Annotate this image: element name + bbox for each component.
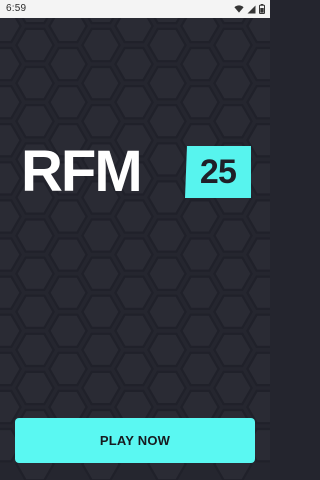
hexagon-tile: [48, 199, 88, 234]
hexagon-tile: [147, 65, 187, 101]
hexagon-tile: [114, 84, 154, 120]
hexagon-tile: [81, 27, 121, 63]
logo-letters: RFM: [21, 139, 143, 204]
hexagon-tile: [114, 46, 154, 82]
hexagon-tile: [0, 275, 22, 310]
hexagon-tile: [246, 18, 270, 44]
hexagon-tile: [153, 18, 181, 25]
hexagon-tile: [180, 84, 220, 120]
hexagon-tile: [81, 65, 121, 101]
hexagon-tile: [48, 351, 88, 387]
hexagon-tile: [213, 104, 253, 139]
hexagon-tile: [81, 294, 121, 329]
hexagon-tile: [15, 332, 55, 368]
hexagon-tile: [246, 275, 270, 310]
hexagon-tile: [81, 256, 121, 291]
hexagon-tile: [213, 370, 253, 406]
status-time: 6:59: [6, 3, 27, 14]
hexagon-tile: [180, 237, 220, 272]
hexagon-tile: [180, 275, 220, 310]
hexagon-tile: [246, 351, 270, 387]
hexagon-tile: [0, 313, 22, 348]
hexagon-tile: [180, 199, 220, 234]
status-bar: 6:59: [0, 0, 270, 18]
app-screen: 6:59 RFM 25 PLAY NOW: [0, 0, 270, 480]
hexagon-tile: [48, 313, 88, 348]
hexagon-tile: [81, 218, 121, 253]
play-now-label: PLAY NOW: [99, 433, 171, 448]
hexagon-tile: [213, 332, 253, 368]
logo-year-badge: 25: [185, 146, 251, 198]
hexagon-tile: [147, 27, 187, 63]
hexagon-tile: [15, 65, 55, 101]
hexagon-tile: [213, 65, 253, 101]
hexagon-background-pattern: [0, 18, 270, 480]
logo-year-number: 25: [199, 153, 237, 191]
hexagon-tile: [213, 218, 253, 253]
hexagon-tile: [15, 104, 55, 139]
hexagon-tile: [0, 18, 22, 44]
hexagon-tile: [147, 218, 187, 253]
play-now-button[interactable]: PLAY NOW: [15, 418, 255, 463]
hexagon-tile: [246, 84, 270, 120]
hexagon-tile: [48, 237, 88, 272]
hexagon-tile: [147, 104, 187, 139]
hexagon-tile: [48, 275, 88, 310]
hexagon-tile: [147, 294, 187, 329]
cellular-signal-icon: [247, 5, 256, 14]
hexagon-tile: [147, 256, 187, 291]
hexagon-tile: [147, 332, 187, 368]
battery-icon: [259, 4, 265, 14]
hexagon-tile: [15, 294, 55, 329]
hexagon-tile: [15, 370, 55, 406]
hexagon-tile: [15, 27, 55, 63]
hexagon-tile: [81, 332, 121, 368]
hexagon-tile: [0, 199, 22, 234]
hexagon-tile: [0, 237, 22, 272]
hexagon-tile: [81, 104, 121, 139]
hexagon-tile: [48, 46, 88, 82]
hexagon-tile: [246, 46, 270, 82]
hexagon-tile: [213, 27, 253, 63]
hexagon-tile: [246, 313, 270, 348]
status-icons: [234, 3, 265, 15]
hexagon-tile: [180, 351, 220, 387]
hexagon-tile: [48, 84, 88, 120]
hexagon-tile: [0, 46, 22, 82]
hexagon-tile: [180, 18, 220, 44]
hexagon-tile: [180, 46, 220, 82]
hexagon-tile: [114, 199, 154, 234]
hexagon-tile: [15, 218, 55, 253]
hexagon-tile: [114, 18, 154, 44]
hexagon-tile: [21, 18, 49, 25]
hexagon-tile: [180, 313, 220, 348]
wifi-icon: [234, 5, 244, 13]
hexagon-tile: [114, 313, 154, 348]
hexagon-tile: [0, 84, 22, 120]
hexagon-tile: [219, 18, 247, 25]
hexagon-tile: [147, 370, 187, 406]
hexagon-tile: [246, 237, 270, 272]
hexagon-tile: [87, 18, 115, 25]
hexagon-tile: [0, 123, 22, 158]
rfm-25-logo: RFM 25: [21, 139, 251, 205]
hexagon-tile: [0, 161, 22, 196]
hexagon-tile: [213, 256, 253, 291]
hexagon-tile: [114, 351, 154, 387]
hexagon-tile: [246, 199, 270, 234]
hexagon-tile: [81, 370, 121, 406]
hexagon-tile: [213, 294, 253, 329]
hexagon-tile: [48, 18, 88, 44]
hexagon-tile: [114, 237, 154, 272]
hexagon-tile: [0, 351, 22, 387]
hexagon-tile: [114, 275, 154, 310]
hexagon-tile: [15, 256, 55, 291]
